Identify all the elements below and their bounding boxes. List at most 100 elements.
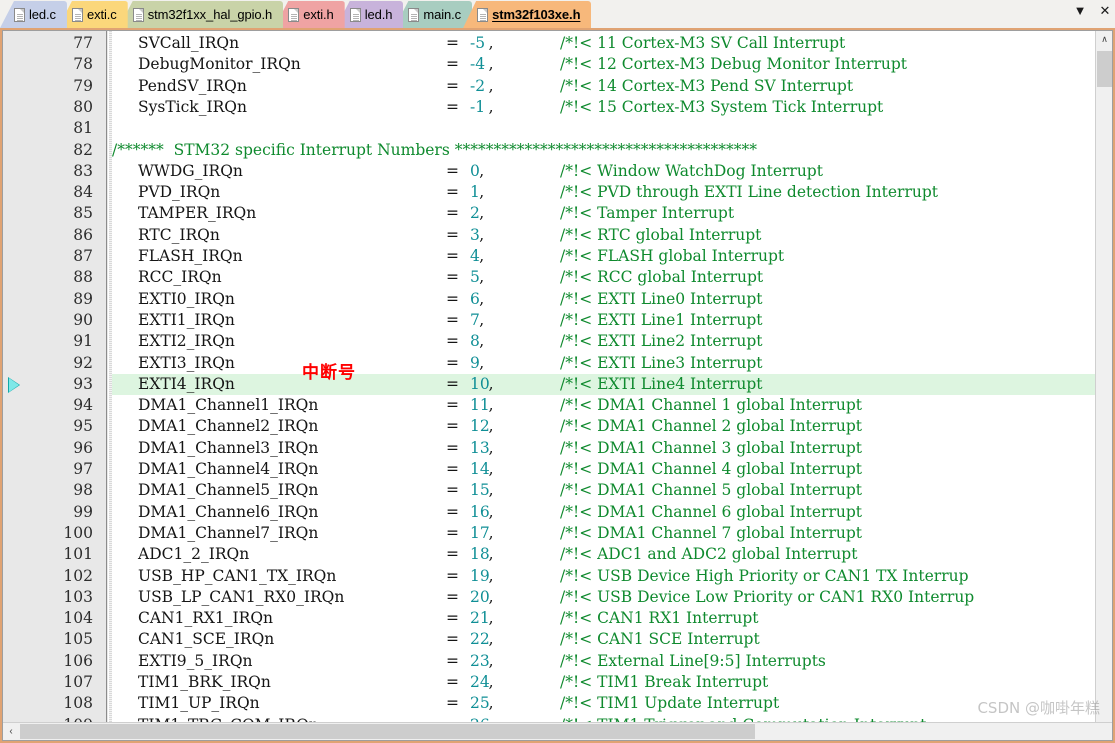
comma-punct: , [479, 289, 485, 308]
line-number: 86 [73, 225, 93, 244]
line-comment: /*!< CAN1 SCE Interrupt [560, 630, 760, 649]
enum-identifier: SysTick_IRQn [138, 97, 247, 116]
comma-punct: , [488, 502, 494, 521]
assignment-operator: = [446, 310, 459, 329]
editor-tab-stm32f1xx-hal-gpio-h[interactable]: stm32f1xx_hal_gpio.h [118, 1, 284, 28]
line-number: 77 [73, 34, 93, 52]
code-line[interactable] [112, 118, 1112, 139]
code-line[interactable]: RTC_IRQn = 3,/*!< RTC global Interrupt [112, 225, 1112, 246]
enum-identifier: USB_HP_CAN1_TX_IRQn [138, 566, 337, 585]
tab-list-dropdown[interactable]: ▼ [1073, 4, 1087, 18]
file-icon [477, 7, 489, 22]
code-line[interactable]: RCC_IRQn = 5,/*!< RCC global Interrupt [112, 267, 1112, 288]
code-line[interactable]: EXTI1_IRQn = 7,/*!< EXTI Line1 Interrupt [112, 310, 1112, 331]
code-line[interactable]: EXTI3_IRQn = 9,/*!< EXTI Line3 Interrupt [112, 353, 1112, 374]
horizontal-scrollbar[interactable]: ‹ [3, 722, 1112, 740]
scroll-up-arrow-icon[interactable]: ∧ [1096, 31, 1112, 48]
line-number: 102 [63, 566, 93, 585]
editor-tab-main-c[interactable]: main.c [394, 1, 473, 28]
code-line[interactable]: TIM1_BRK_IRQn = 24, /*!< TIM1 Break Interru… [112, 672, 1112, 693]
horizontal-scrollbar-thumb[interactable] [20, 724, 755, 739]
editor-tab-exti-h[interactable]: exti.h [274, 1, 345, 28]
file-icon [132, 7, 144, 22]
code-line[interactable]: DMA1_Channel2_IRQn = 12, /*!< DMA1 Channel … [112, 416, 1112, 437]
code-line[interactable]: EXTI0_IRQn = 6,/*!< EXTI Line0 Interrupt [112, 289, 1112, 310]
line-number: 83 [73, 161, 93, 180]
code-line[interactable]: DMA1_Channel3_IRQn = 13, /*!< DMA1 Channel … [112, 438, 1112, 459]
comma-punct: , [488, 374, 494, 393]
code-line[interactable]: PendSV_IRQn = -2, /*!< 14 Cortex-M3 Pend SV… [112, 76, 1112, 97]
line-comment: /*!< PVD through EXTI Line detection Int… [560, 183, 938, 202]
line-comment: /*!< EXTI Line2 Interrupt [560, 332, 763, 351]
line-comment: /*!< TIM1 Break Interrupt [560, 673, 769, 691]
code-line[interactable]: USB_HP_CAN1_TX_IRQn = 19, /*!< USB Device H… [112, 566, 1112, 587]
vertical-scrollbar[interactable]: ∧ ∨ [1095, 31, 1112, 740]
comma-punct: , [488, 630, 494, 649]
enum-identifier: DMA1_Channel2_IRQn [138, 417, 319, 436]
code-line[interactable]: SVCall_IRQn = -5, /*!< 11 Cortex-M3 SV Call… [112, 33, 1112, 54]
code-text-area[interactable]: SVCall_IRQn = -5, /*!< 11 Cortex-M3 SV Call… [112, 31, 1112, 740]
line-comment: /*!< Tamper Interrupt [560, 204, 735, 223]
code-line[interactable]: TAMPER_IRQn = 2,/*!< Tamper Interrupt [112, 203, 1112, 224]
enum-identifier: DMA1_Channel3_IRQn [138, 438, 319, 457]
enum-identifier: ADC1_2_IRQn [138, 545, 250, 564]
code-line[interactable]: DMA1_Channel5_IRQn = 15, /*!< DMA1 Channel … [112, 480, 1112, 501]
line-number: 97 [73, 460, 93, 478]
enum-value: -1 [470, 97, 486, 116]
comma-punct: , [488, 34, 494, 52]
comma-punct: , [488, 694, 494, 713]
line-number: 87 [73, 247, 93, 265]
line-comment: /*!< 15 Cortex-M3 System Tick Interrupt [560, 97, 884, 116]
close-tab-button[interactable]: ✕ [1098, 4, 1112, 18]
assignment-operator: = [446, 523, 459, 542]
editor-tab-led-h[interactable]: led.h [335, 1, 404, 28]
enum-identifier: TIM1_UP_IRQn [138, 694, 260, 713]
tab-bar-controls: ▼ ✕ [1073, 4, 1112, 18]
code-line[interactable]: /****** STM32 specific Interrupt Numbers… [112, 140, 1112, 161]
code-line[interactable]: DMA1_Channel1_IRQn = 11, /*!< DMA1 Channel … [112, 395, 1112, 416]
code-line[interactable]: EXTI2_IRQn = 8,/*!< EXTI Line2 Interrupt [112, 331, 1112, 352]
assignment-operator: = [446, 460, 459, 478]
editor-tab-label: stm32f103xe.h [492, 7, 581, 22]
enum-identifier: DMA1_Channel4_IRQn [138, 460, 319, 478]
enum-identifier: RTC_IRQn [138, 225, 220, 244]
code-line[interactable]: CAN1_RX1_IRQn = 21, /*!< CAN1 RX1 Interrupt [112, 608, 1112, 629]
code-line[interactable]: TIM1_UP_IRQn = 25, /*!< TIM1 Update Interru… [112, 693, 1112, 714]
assignment-operator: = [446, 332, 459, 351]
editor-frame: 77 78 79 80 81 82 83 84 85 86 87 88 89 90 91 92 93 94 95 96… [0, 28, 1115, 743]
code-line[interactable]: DMA1_Channel6_IRQn = 16, /*!< DMA1 Channel … [112, 502, 1112, 523]
comma-punct: , [479, 268, 485, 287]
scroll-left-arrow-icon[interactable]: ‹ [3, 723, 19, 740]
assignment-operator: = [446, 34, 459, 52]
assignment-operator: = [446, 651, 459, 670]
code-line[interactable]: CAN1_SCE_IRQn = 22, /*!< CAN1 SCE Interrupt [112, 629, 1112, 650]
enum-identifier: RCC_IRQn [138, 268, 222, 287]
code-line[interactable]: FLASH_IRQn = 4,/*!< FLASH global Interrupt [112, 246, 1112, 267]
code-line[interactable]: PVD_IRQn = 1,/*!< PVD through EXTI Line de… [112, 182, 1112, 203]
line-number: 79 [73, 76, 93, 95]
editor-tab-led-c[interactable]: led.c [0, 1, 67, 28]
editor-tab-label: main.c [423, 7, 462, 22]
line-comment: /*!< RTC global Interrupt [560, 225, 762, 244]
assignment-operator: = [446, 374, 459, 393]
code-line[interactable]: ADC1_2_IRQn = 18, /*!< ADC1 and ADC2 global… [112, 544, 1112, 565]
editor-tab-exti-c[interactable]: exti.c [57, 1, 128, 28]
editor-tab-stm32f103xe-h[interactable]: stm32f103xe.h [463, 1, 592, 28]
vertical-scrollbar-thumb[interactable] [1097, 51, 1112, 87]
code-line[interactable]: EXTI9_5_IRQn = 23, /*!< External Line[9:5] … [112, 651, 1112, 672]
code-line[interactable]: DMA1_Channel7_IRQn = 17, /*!< DMA1 Channel … [112, 523, 1112, 544]
enum-value: 21 [470, 609, 490, 628]
code-line[interactable]: DebugMonitor_IRQn = -4, /*!< 12 Cortex-M3 D… [112, 54, 1112, 75]
code-line[interactable]: USB_LP_CAN1_RX0_IRQn = 20, /*!< USB Device … [112, 587, 1112, 608]
assignment-operator: = [446, 247, 459, 265]
line-number: 105 [63, 630, 93, 649]
line-number: 108 [63, 694, 93, 713]
assignment-operator: = [446, 545, 459, 564]
code-line[interactable]: WWDG_IRQn = 0,/*!< Window WatchDog Interru… [112, 161, 1112, 182]
code-line[interactable]: SysTick_IRQn = -1, /*!< 15 Cortex-M3 System… [112, 97, 1112, 118]
assignment-operator: = [446, 225, 459, 244]
code-line[interactable]: DMA1_Channel4_IRQn = 14, /*!< DMA1 Channel … [112, 459, 1112, 480]
code-line[interactable]: EXTI4_IRQn = 10, /*!< EXTI Line4 Interrupt [112, 373, 1112, 396]
assignment-operator: = [446, 97, 459, 116]
editor-tab-label: led.h [364, 7, 393, 22]
